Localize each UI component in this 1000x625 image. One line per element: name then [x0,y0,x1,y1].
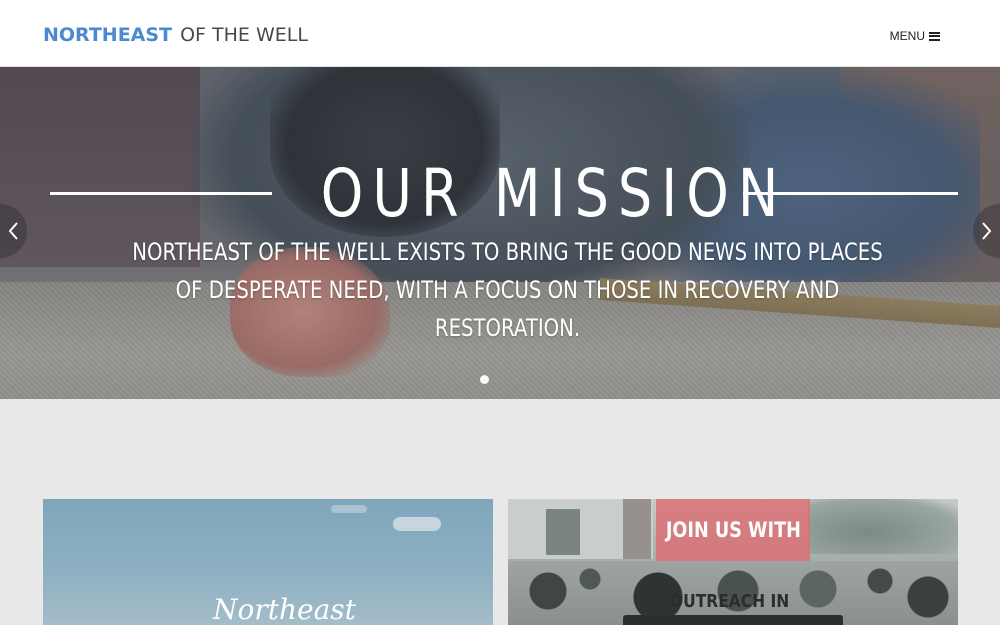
logo-light-text: OF THE WELL [180,24,308,46]
hero-mission-text: NORTHEAST OF THE WELL EXISTS TO BRING TH… [132,238,883,342]
title-rule-right [743,192,958,195]
hero-title: OUR MISSION [320,155,788,232]
background-trees [808,499,958,554]
outreach-subtitle: OUTREACH IN [670,591,790,612]
logo-strong-text: NORTHEAST [43,24,173,46]
menu-label: MENU [889,29,925,43]
promo-card-right[interactable]: JOIN US WITH OUTREACH IN [508,499,958,625]
slider-dots [480,375,489,384]
join-banner: JOIN US WITH [656,499,810,561]
cropped-headline [623,615,843,625]
building-door [546,509,580,555]
slider-dot-1[interactable] [480,375,489,384]
site-header: NORTHEAST OF THE WELL MENU [0,0,1000,67]
menu-button[interactable]: MENU [890,29,940,43]
chevron-left-icon [8,222,18,240]
join-banner-text: JOIN US WITH [665,518,801,542]
title-rule-left [50,192,272,195]
hero-slider: OUR MISSION NORTHEAST OF THE WELL EXISTS… [0,67,1000,399]
hamburger-icon [929,31,940,41]
cloud-shape [331,505,367,513]
card-script-text: Northeast [213,593,356,625]
promo-card-left[interactable]: Northeast [43,499,493,625]
building-pillar [623,499,651,559]
cloud-shape [393,517,441,531]
chevron-right-icon [982,222,992,240]
site-logo[interactable]: NORTHEAST OF THE WELL [43,22,308,48]
hero-title-row: OUR MISSION [50,159,958,229]
